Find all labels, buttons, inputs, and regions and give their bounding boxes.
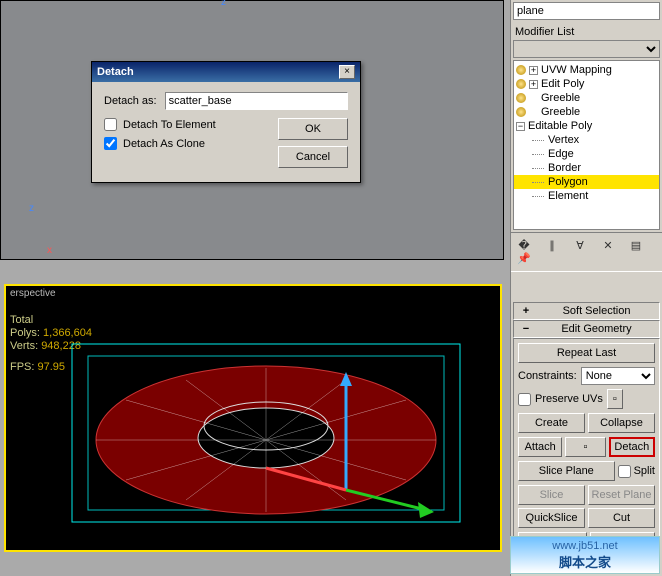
detach-dialog: Detach × Detach as: Detach To Element De… [91,61,361,183]
repeat-last-button[interactable]: Repeat Last [518,343,655,363]
quickslice-button[interactable]: QuickSlice [518,508,585,528]
subobj-vertex[interactable]: Vertex [514,133,659,147]
slice-plane-button[interactable]: Slice Plane [518,461,615,481]
stack-item-greeble[interactable]: Greeble [514,91,659,105]
axis-z-label: z [29,203,34,214]
lightbulb-icon[interactable] [516,79,526,89]
detach-to-element-label: Detach To Element [123,119,216,131]
axis-z-label: z [221,0,226,8]
checkbox-as-clone[interactable] [104,137,117,150]
top-viewports[interactable]: z z x Detach × Detach as: Detach To Elem… [0,0,504,260]
stats-header: Total [10,314,33,326]
subobj-element[interactable]: Element [514,189,659,203]
watermark: www.jb51.net 脚本之家 [510,536,660,574]
attach-button[interactable]: Attach [518,437,562,457]
modifier-list-label: Modifier List [515,26,658,38]
stack-item-edit-poly[interactable]: +Edit Poly [514,77,659,91]
dialog-title-text: Detach [97,66,134,78]
cancel-button[interactable]: Cancel [278,146,348,168]
preserve-uv-settings-button[interactable]: ▫ [607,389,623,409]
polys-value: 1,366,604 [43,327,92,339]
detach-as-label: Detach as: [104,95,157,107]
lightbulb-icon[interactable] [516,65,526,75]
dialog-titlebar[interactable]: Detach × [92,62,360,82]
constraints-dropdown[interactable]: None [581,367,655,385]
pin-stack-icon[interactable]: �📌 [515,239,533,265]
ok-button[interactable]: OK [278,118,348,140]
edit-geometry-body: Repeat Last Constraints: None Preserve U… [513,338,660,561]
stack-item-greeble[interactable]: Greeble [514,105,659,119]
collapse-button[interactable]: Collapse [588,413,655,433]
attach-list-button[interactable]: ▫ [565,437,605,457]
modifier-stack[interactable]: +UVW Mapping +Edit Poly Greeble Greeble … [513,60,660,230]
perspective-viewport[interactable]: erspective Total Polys: 1,366,604 Verts:… [4,284,502,552]
command-panel: Modifier List +UVW Mapping +Edit Poly Gr… [510,0,662,576]
split-check[interactable]: Split [618,465,655,478]
lightbulb-icon[interactable] [516,107,526,117]
stack-toolbar: �📌 ∥ ∀ ✕ ▤ [511,232,662,272]
rollout-soft-selection[interactable]: + Soft Selection [513,302,660,320]
reset-plane-button[interactable]: Reset Plane [588,485,655,505]
preserve-uv-checkbox[interactable] [518,393,531,406]
show-end-result-icon[interactable]: ∥ [543,239,561,265]
watermark-name: 脚本之家 [559,552,611,571]
axis-gizmo-front: z x [9,215,49,255]
modifier-list-dropdown[interactable] [513,40,660,58]
subobj-edge[interactable]: Edge [514,147,659,161]
collapse-icon[interactable]: − [516,122,525,131]
slice-button[interactable]: Slice [518,485,585,505]
fps-value: 97.95 [38,361,66,373]
detach-as-clone-check[interactable]: Detach As Clone [104,137,216,150]
configure-icon[interactable]: ▤ [627,239,645,265]
expand-icon: + [518,305,534,317]
preserve-uv-label: Preserve UVs [535,393,603,405]
subobj-border[interactable]: Border [514,161,659,175]
detach-as-clone-label: Detach As Clone [123,138,205,150]
viewport-label: erspective [10,288,56,299]
make-unique-icon[interactable]: ∀ [571,239,589,265]
detach-to-element-check[interactable]: Detach To Element [104,118,216,131]
axis-gizmo-top: z [201,9,241,49]
expand-icon[interactable]: + [529,66,538,75]
mesh-preview [66,340,466,530]
stack-item-editable-poly[interactable]: −Editable Poly [514,119,659,133]
remove-modifier-icon[interactable]: ✕ [599,239,617,265]
watermark-url: www.jb51.net [552,540,617,552]
detach-name-input[interactable] [165,92,348,110]
cut-button[interactable]: Cut [588,508,655,528]
object-name-input[interactable] [513,2,660,20]
stack-item-uvw-mapping[interactable]: +UVW Mapping [514,63,659,77]
subobj-polygon[interactable]: Polygon [514,175,659,189]
constraints-label: Constraints: [518,370,577,382]
expand-icon[interactable]: + [529,80,538,89]
detach-button[interactable]: Detach [609,437,655,457]
rollout-edit-geometry[interactable]: − Edit Geometry [513,320,660,338]
lightbulb-icon[interactable] [516,93,526,103]
collapse-icon: − [518,323,534,335]
axis-x-label: x [47,245,52,256]
create-button[interactable]: Create [518,413,585,433]
close-icon[interactable]: × [339,65,355,79]
checkbox-to-element[interactable] [104,118,117,131]
